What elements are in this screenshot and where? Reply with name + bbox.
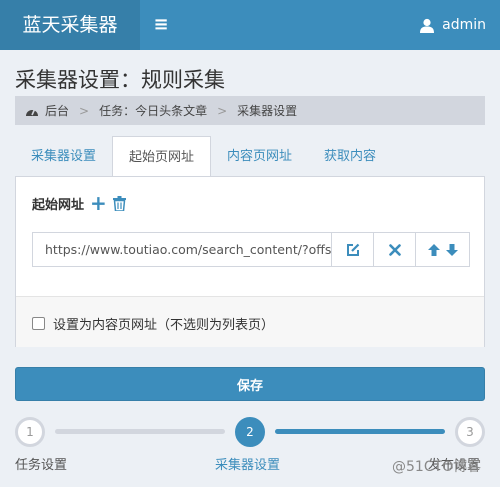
tab-content-urls[interactable]: 内容页网址: [211, 136, 308, 177]
top-navbar: 蓝天采集器 ≡ admin: [0, 0, 500, 50]
url-input-group: [32, 232, 470, 267]
panel-heading: 起始网址 +: [32, 193, 126, 213]
step-3-circle[interactable]: 3: [455, 417, 485, 447]
close-icon: [388, 243, 401, 256]
trash-icon[interactable]: [112, 195, 126, 211]
move-url-button[interactable]: [415, 233, 469, 266]
breadcrumb-separator: >: [217, 103, 228, 118]
breadcrumb-current: 采集器设置: [237, 104, 298, 118]
step-2-label: 采集器设置: [215, 458, 281, 473]
hamburger-menu-icon[interactable]: ≡: [140, 0, 182, 50]
step-1-label: 任务设置: [15, 458, 68, 473]
content-url-option[interactable]: 设置为内容页网址（不选则为列表页）: [32, 314, 274, 333]
up-down-arrows-icon: [427, 243, 458, 256]
dashboard-icon: [26, 108, 38, 116]
tab-collector-settings[interactable]: 采集器设置: [15, 136, 112, 177]
content-url-checkbox-label: 设置为内容页网址（不选则为列表页）: [53, 318, 275, 333]
tab-bar: 采集器设置 起始页网址 内容页网址 获取内容: [15, 136, 485, 177]
brand-logo[interactable]: 蓝天采集器: [0, 0, 140, 50]
start-url-panel: 起始网址 + https://www.toutiao.com/search_co…: [15, 176, 485, 347]
breadcrumb-separator: >: [79, 103, 90, 118]
panel-heading-label: 起始网址: [32, 197, 85, 213]
step-2-circle[interactable]: 2: [235, 417, 265, 447]
breadcrumb-task[interactable]: 任务：今日头条文章: [99, 102, 207, 119]
breadcrumb: 后台 > 任务：今日头条文章 > 采集器设置: [15, 96, 485, 125]
user-menu[interactable]: admin: [420, 0, 486, 50]
tab-start-urls[interactable]: 起始页网址: [112, 136, 212, 177]
step-track-completed: [55, 429, 225, 434]
content-url-checkbox[interactable]: [32, 317, 45, 330]
user-icon: [420, 18, 435, 33]
edit-url-button[interactable]: [331, 233, 373, 266]
user-name: admin: [442, 17, 486, 33]
start-url-input[interactable]: [33, 233, 331, 266]
add-icon[interactable]: +: [90, 193, 107, 213]
step-track-progress: [275, 429, 445, 434]
save-button[interactable]: 保存: [15, 367, 485, 401]
step-1-circle[interactable]: 1: [15, 417, 45, 447]
page-title: 采集器设置：规则采集: [15, 68, 225, 92]
edit-icon: [346, 243, 359, 256]
remove-url-button[interactable]: [373, 233, 415, 266]
tab-fetch-content[interactable]: 获取内容: [308, 136, 392, 177]
breadcrumb-home[interactable]: 后台: [45, 102, 69, 119]
watermark: @51CTO博客: [392, 459, 482, 475]
